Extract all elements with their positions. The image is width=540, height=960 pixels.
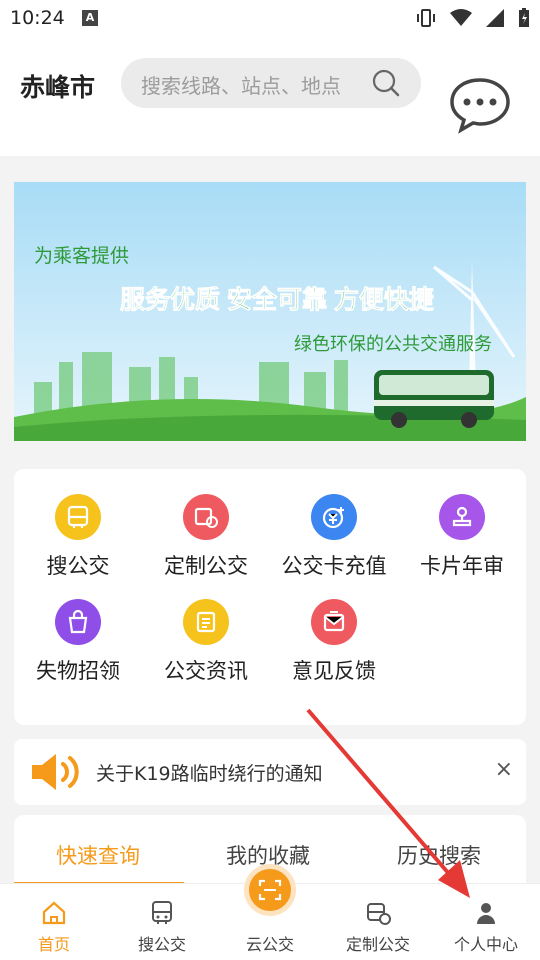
grid-item-card-recharge[interactable]: 公交卡充值 — [270, 494, 398, 580]
person-icon — [477, 903, 495, 924]
custom-bus-icon — [183, 494, 229, 540]
grid-label: 搜公交 — [46, 554, 110, 578]
bus-search-icon — [55, 494, 101, 540]
tab-quick-query[interactable]: 快速查询 — [56, 840, 140, 870]
grid-label: 公交卡充值 — [281, 554, 387, 578]
nav-profile[interactable]: 个人中心 — [432, 884, 540, 955]
header: 赤峰市 搜索线路、站点、地点 — [0, 38, 540, 156]
battery-icon — [519, 8, 529, 27]
custom-bus-icon — [367, 903, 391, 925]
function-grid: 搜公交 定制公交 公交卡充值 卡片年审 失物招领 公交资讯 意见反馈 — [14, 469, 526, 725]
grid-item-bus-news[interactable]: 公交资讯 — [142, 599, 270, 685]
close-icon[interactable]: × — [495, 757, 513, 782]
scan-button[interactable] — [244, 864, 296, 916]
nav-home[interactable]: 首页 — [0, 884, 108, 955]
promo-banner[interactable]: 为乘客提供 服务优质 安全可靠 方便快捷 绿色环保的公共交通服务 — [14, 182, 526, 441]
nav-label: 首页 — [37, 935, 70, 954]
bottom-nav: 首页 搜公交 云公交 定制公交 个人中心 — [0, 864, 540, 960]
feedback-icon — [311, 599, 357, 645]
search-bar[interactable]: 搜索线路、站点、地点 — [121, 58, 421, 108]
home-icon — [42, 901, 66, 925]
city-selector[interactable]: 赤峰市 — [20, 68, 95, 104]
grid-item-lost-found[interactable]: 失物招领 — [14, 599, 142, 685]
grid-item-card-annual-review[interactable]: 卡片年审 — [398, 494, 526, 580]
banner-line2: 服务优质 安全可靠 方便快捷 — [120, 285, 434, 314]
notification-a-icon: A — [82, 10, 98, 26]
grid-label: 定制公交 — [164, 554, 248, 578]
stamp-icon — [439, 494, 485, 540]
notice-text[interactable]: 关于K19路临时绕行的通知 — [96, 759, 323, 786]
grid-item-search-bus[interactable]: 搜公交 — [14, 494, 142, 580]
news-icon — [183, 599, 229, 645]
wifi-icon — [450, 9, 472, 26]
grid-label: 公交资讯 — [164, 659, 248, 683]
signal-icon — [486, 9, 504, 27]
message-icon[interactable] — [448, 76, 512, 134]
grid-label: 卡片年审 — [420, 554, 504, 578]
nav-label: 个人中心 — [453, 935, 518, 954]
nav-label: 搜公交 — [137, 935, 186, 954]
nav-custom-bus[interactable]: 定制公交 — [324, 884, 432, 955]
tab-history[interactable]: 历史搜索 — [397, 840, 481, 870]
grid-item-feedback[interactable]: 意见反馈 — [270, 599, 398, 685]
search-icon[interactable] — [371, 68, 401, 98]
banner-line3: 绿色环保的公共交通服务 — [294, 334, 492, 354]
lost-bag-icon — [55, 599, 101, 645]
status-time: 10:24 — [10, 7, 65, 29]
nav-search-bus[interactable]: 搜公交 — [108, 884, 216, 955]
scan-icon — [258, 879, 282, 901]
banner-line1: 为乘客提供 — [34, 245, 129, 267]
banner-illustration: 为乘客提供 服务优质 安全可靠 方便快捷 绿色环保的公共交通服务 — [14, 182, 526, 441]
bus-icon — [152, 901, 172, 924]
card-recharge-icon — [311, 494, 357, 540]
vibrate-icon — [417, 9, 435, 27]
nav-label: 定制公交 — [345, 935, 410, 954]
grid-item-custom-bus[interactable]: 定制公交 — [142, 494, 270, 580]
notice-bar[interactable]: 关于K19路临时绕行的通知 × — [14, 739, 526, 805]
nav-label: 云公交 — [245, 935, 294, 954]
status-icons — [416, 8, 530, 28]
status-bar: 10:24 A — [0, 0, 540, 38]
grid-label: 意见反馈 — [292, 659, 376, 683]
speaker-icon — [32, 754, 79, 790]
search-placeholder: 搜索线路、站点、地点 — [141, 74, 341, 98]
grid-label: 失物招领 — [36, 659, 120, 683]
